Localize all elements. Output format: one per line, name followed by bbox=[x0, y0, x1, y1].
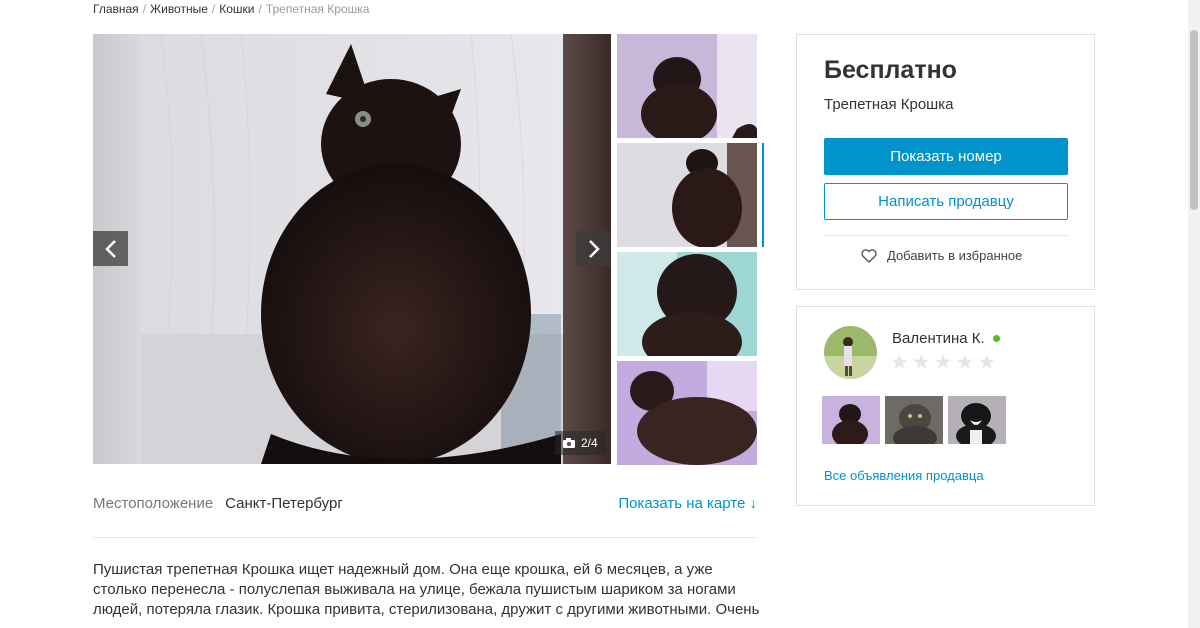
breadcrumb-separator: / bbox=[142, 2, 147, 16]
cat-thumbnail-image bbox=[617, 34, 757, 138]
cat-thumbnail-image bbox=[822, 396, 880, 444]
heart-icon bbox=[861, 248, 877, 263]
write-seller-button[interactable]: Написать продавцу bbox=[824, 183, 1068, 220]
online-status-indicator bbox=[992, 335, 1000, 342]
chevron-right-icon bbox=[588, 239, 600, 258]
breadcrumb: Главная / Животные / Кошки / Трепетная Крошка bbox=[93, 2, 369, 16]
listing-description: Пушистая трепетная Крошка ищет надежный … bbox=[93, 561, 760, 618]
cat-thumbnail-image bbox=[617, 361, 757, 465]
listing-page: Главная / Животные / Кошки / Трепетная Крошка bbox=[0, 0, 1200, 628]
price-card: Бесплатно Трепетная Крошка Показать номе… bbox=[796, 34, 1095, 290]
star-icon: ★ bbox=[955, 351, 975, 374]
photo-counter: 2/4 bbox=[555, 431, 606, 455]
seller-listing-thumbnail[interactable] bbox=[822, 396, 880, 444]
show-phone-button[interactable]: Показать номер bbox=[824, 138, 1068, 175]
cat-thumbnail-image bbox=[617, 143, 757, 247]
avatar-image bbox=[824, 326, 877, 379]
main-photo[interactable] bbox=[141, 34, 563, 464]
seller-card: Валентина К. ★ ★ ★ ★ ★ Все объявления пр… bbox=[796, 306, 1095, 506]
camera-icon bbox=[563, 438, 575, 448]
seller-listing-thumbnail[interactable] bbox=[885, 396, 943, 444]
location-row: Местоположение Санкт-Петербург Показать … bbox=[93, 495, 757, 512]
photo-counter-text: 2/4 bbox=[581, 436, 598, 450]
chevron-left-icon bbox=[104, 239, 116, 258]
breadcrumb-separator: / bbox=[258, 2, 262, 16]
thumbnail-1[interactable] bbox=[617, 34, 757, 138]
thumbnail-4[interactable] bbox=[617, 361, 757, 465]
breadcrumb-current: Трепетная Крошка bbox=[265, 2, 370, 16]
add-to-favorites-label: Добавить в избранное bbox=[887, 248, 1023, 263]
page-scrollbar[interactable] bbox=[1188, 0, 1200, 628]
location-label: Местоположение bbox=[93, 495, 214, 512]
section-divider bbox=[93, 537, 757, 538]
thumbnail-3[interactable] bbox=[617, 252, 757, 356]
scrollbar-thumb[interactable] bbox=[1190, 30, 1198, 210]
seller-other-listings bbox=[822, 396, 1006, 444]
gallery-next-button[interactable] bbox=[576, 231, 611, 266]
seller-rating: ★ ★ ★ ★ ★ bbox=[890, 352, 996, 373]
seller-name[interactable]: Валентина К. bbox=[892, 330, 985, 347]
cat-thumbnail-image bbox=[617, 252, 757, 356]
star-icon: ★ bbox=[890, 351, 909, 374]
add-to-favorites-button[interactable]: Добавить в избранное bbox=[861, 248, 1022, 263]
location-value: Санкт-Петербург bbox=[225, 495, 343, 512]
active-thumbnail-indicator bbox=[762, 143, 764, 247]
card-divider bbox=[824, 235, 1068, 236]
cat-thumbnail-image bbox=[885, 396, 943, 444]
seller-name-row: Валентина К. bbox=[892, 330, 1000, 347]
seller-avatar[interactable] bbox=[824, 326, 877, 379]
show-on-map-link[interactable]: Показать на карте ↓ bbox=[618, 495, 757, 512]
gallery-prev-button[interactable] bbox=[93, 231, 128, 266]
star-icon: ★ bbox=[911, 351, 931, 374]
seller-listing-thumbnail[interactable] bbox=[948, 396, 1006, 444]
all-seller-listings-link[interactable]: Все объявления продавца bbox=[824, 468, 984, 483]
star-icon: ★ bbox=[977, 351, 997, 374]
star-icon: ★ bbox=[933, 351, 953, 374]
cat-thumbnail-image bbox=[948, 396, 1006, 444]
photo-gallery[interactable]: 2/4 bbox=[93, 34, 611, 464]
breadcrumb-animals[interactable]: Животные bbox=[150, 2, 208, 16]
breadcrumb-home[interactable]: Главная bbox=[93, 2, 139, 16]
listing-title: Трепетная Крошка bbox=[824, 96, 954, 113]
price: Бесплатно bbox=[824, 56, 957, 84]
breadcrumb-separator: / bbox=[211, 2, 216, 16]
cat-photo-main bbox=[141, 34, 563, 464]
breadcrumb-cats[interactable]: Кошки bbox=[219, 2, 254, 16]
thumbnail-2[interactable] bbox=[617, 143, 757, 247]
